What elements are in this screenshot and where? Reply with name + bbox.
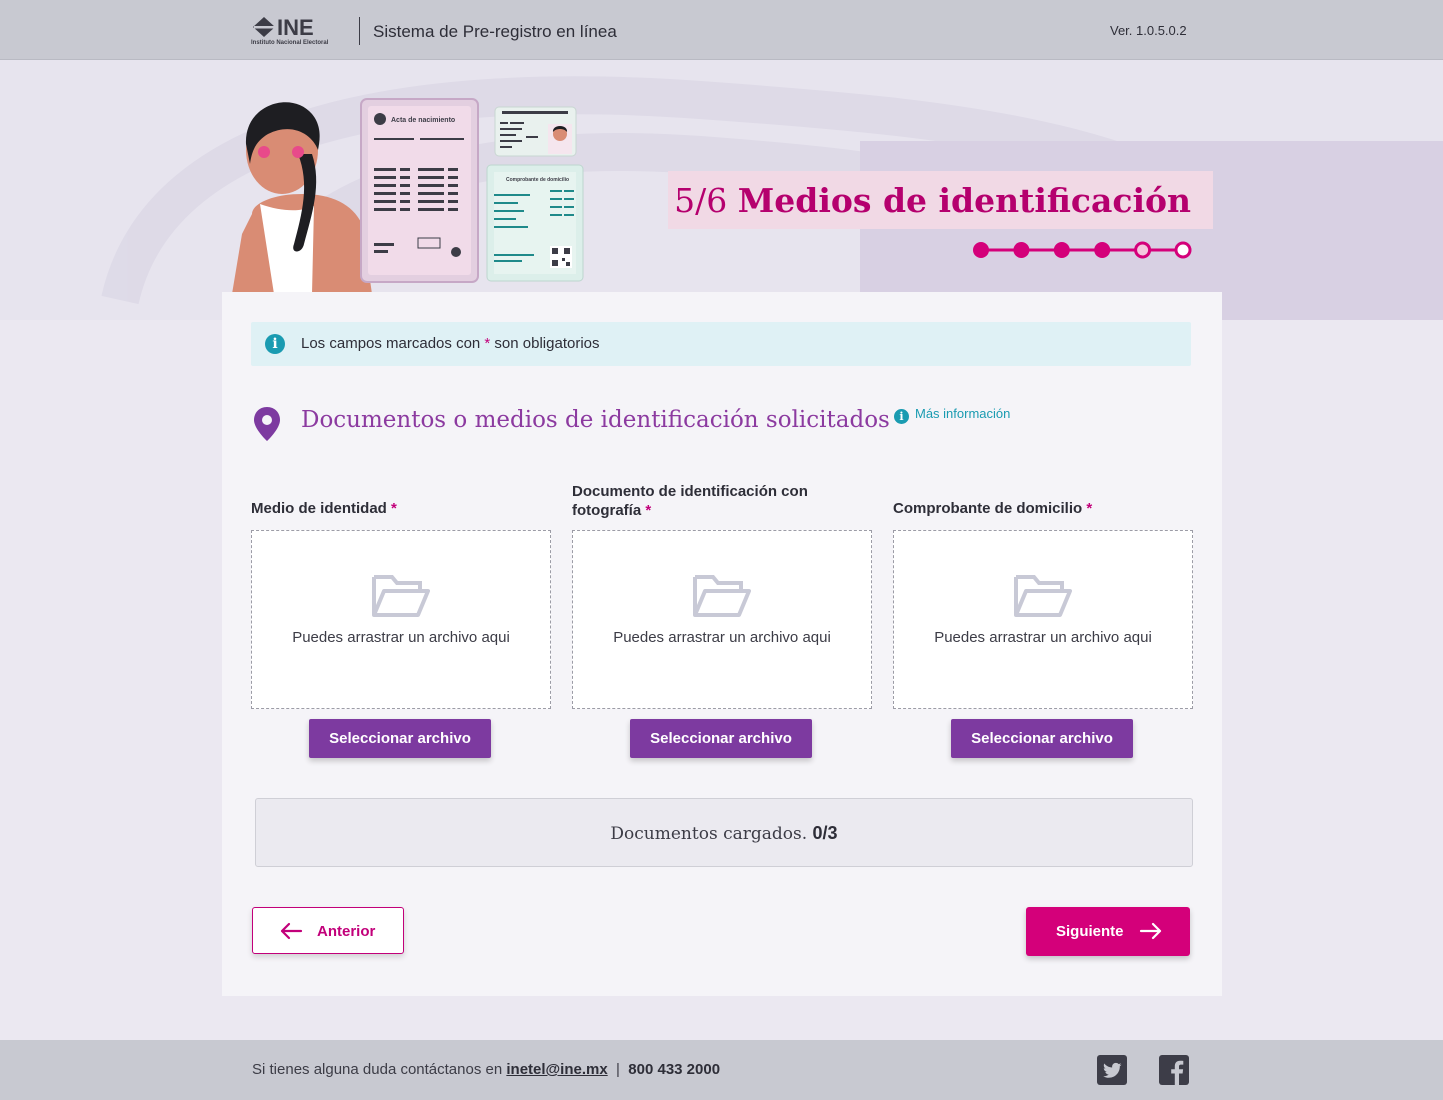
- section-title: Documentos o medios de identificación so…: [301, 407, 890, 433]
- version-label: Ver. 1.0.5.0.2: [1110, 23, 1187, 38]
- dropzone[interactable]: Puedes arrastrar un archivo aqui: [572, 530, 872, 709]
- svg-text:Comprobante de domicilio: Comprobante de domicilio: [506, 177, 569, 183]
- phone-number: 800 433 2000: [628, 1061, 721, 1078]
- step-label: Medios de identificación: [737, 181, 1191, 220]
- documents-loaded-panel: Documentos cargados. 0/3: [255, 798, 1193, 867]
- footer: Si tienes alguna duda contáctanos en ine…: [0, 1040, 1443, 1100]
- next-label: Siguiente: [1056, 923, 1124, 940]
- proof-of-address-illustration: Comprobante de domicilio: [486, 164, 584, 282]
- documents-loaded-text: Documentos cargados. 0/3: [610, 823, 838, 844]
- footer-contact: Si tienes alguna duda contáctanos en ine…: [252, 1061, 721, 1078]
- form-card: i Los campos marcados con * son obligato…: [222, 292, 1222, 996]
- folder-icon: [693, 575, 751, 617]
- next-button[interactable]: Siguiente: [1026, 907, 1190, 956]
- step-dot-pending: [1174, 241, 1192, 259]
- dropzone[interactable]: Puedes arrastrar un archivo aqui: [251, 530, 551, 709]
- arrow-left-icon: [280, 922, 303, 940]
- select-file-button[interactable]: Seleccionar archivo: [630, 719, 812, 758]
- step-dot-completed: [1094, 242, 1111, 258]
- svg-text:Acta de nacimiento: Acta de nacimiento: [391, 117, 455, 124]
- birth-certificate-illustration: Acta de nacimiento: [360, 98, 479, 283]
- id-card-illustration: [494, 106, 577, 157]
- info-text: Los campos marcados con * son obligatori…: [301, 335, 600, 352]
- step-number: 5/6: [674, 181, 728, 220]
- woman-illustration: [232, 102, 372, 294]
- dropzone-text: Puedes arrastrar un archivo aqui: [934, 629, 1152, 646]
- hero-banner: Acta de nacimiento Comprobante de domici…: [0, 60, 1443, 320]
- upload-label: Medio de identidad *: [251, 500, 397, 517]
- more-info-link[interactable]: i Más información: [894, 406, 1010, 424]
- info-banner: i Los campos marcados con * son obligato…: [251, 322, 1191, 366]
- step-dot-completed: [1013, 242, 1030, 258]
- folder-icon: [372, 575, 430, 617]
- location-pin-icon: [254, 407, 280, 441]
- logo-separator: [359, 17, 360, 45]
- twitter-icon[interactable]: [1097, 1055, 1127, 1085]
- select-file-button[interactable]: Seleccionar archivo: [951, 719, 1133, 758]
- ine-logo[interactable]: INE Instituto Nacional Electoral: [251, 16, 349, 46]
- app-title: Sistema de Pre-registro en línea: [373, 22, 617, 41]
- folder-icon: [1014, 575, 1072, 617]
- step-dot-completed: [1053, 242, 1070, 258]
- dropzone-text: Puedes arrastrar un archivo aqui: [292, 629, 510, 646]
- step-title: 5/6 Medios de identificación: [674, 181, 1191, 220]
- dropzone[interactable]: Puedes arrastrar un archivo aqui: [893, 530, 1193, 709]
- facebook-icon[interactable]: [1159, 1055, 1189, 1085]
- info-icon: i: [894, 409, 909, 424]
- previous-button[interactable]: Anterior: [252, 907, 404, 954]
- step-dot-current: [1134, 241, 1152, 259]
- step-dot-completed: [973, 242, 989, 258]
- select-file-button[interactable]: Seleccionar archivo: [309, 719, 491, 758]
- previous-label: Anterior: [317, 923, 376, 940]
- upload-label: Comprobante de domicilio *: [893, 500, 1093, 517]
- upload-label: Documento de identificación con fotograf…: [572, 483, 808, 519]
- progress-stepper: [973, 241, 1192, 259]
- svg-text:Instituto Nacional Electoral: Instituto Nacional Electoral: [251, 40, 329, 46]
- email-link[interactable]: inetel@ine.mx: [506, 1061, 607, 1078]
- dropzone-text: Puedes arrastrar un archivo aqui: [613, 629, 831, 646]
- info-icon: i: [265, 334, 285, 354]
- top-bar: INE Instituto Nacional Electoral Sistema…: [0, 0, 1443, 60]
- arrow-right-icon: [1139, 922, 1162, 940]
- svg-text:INE: INE: [277, 16, 314, 40]
